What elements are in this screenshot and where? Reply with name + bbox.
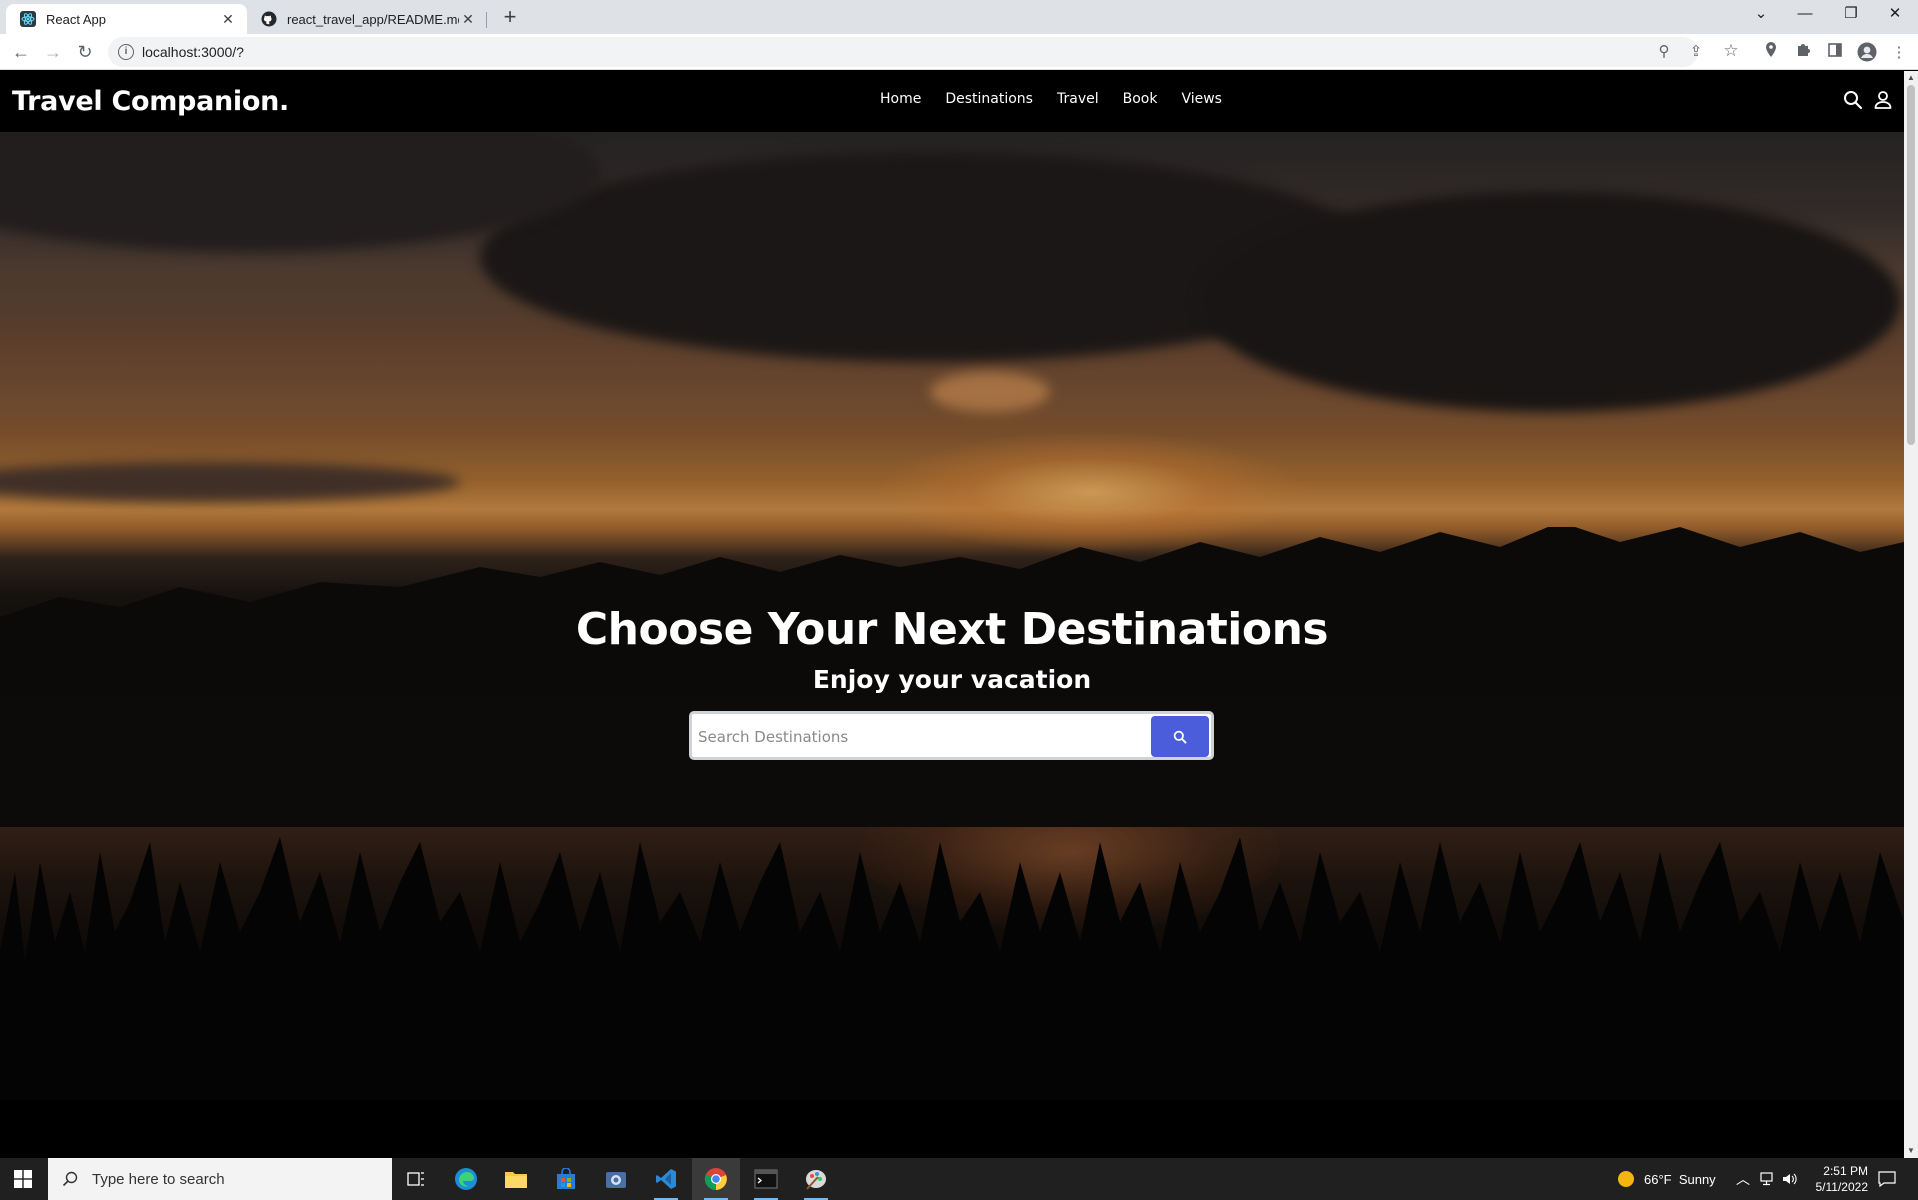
hero-title: Choose Your Next Destinations bbox=[575, 604, 1329, 655]
taskbar-search-placeholder: Type here to search bbox=[92, 1170, 225, 1188]
tab-title: react_travel_app/README.md at bbox=[287, 11, 459, 27]
clock-date: 5/11/2022 bbox=[1815, 1180, 1869, 1194]
close-window-button[interactable]: ✕ bbox=[1872, 0, 1918, 30]
tab-title: React App bbox=[46, 11, 106, 27]
nav-link-book[interactable]: Book bbox=[1123, 91, 1158, 107]
address-bar[interactable]: i localhost:3000/? ⚲ ⇪ bbox=[108, 37, 1702, 67]
reload-icon[interactable]: ↻ bbox=[73, 40, 97, 64]
profile-avatar-icon[interactable] bbox=[1856, 42, 1878, 64]
site-navbar: Travel Companion. Home Destinations Trav… bbox=[0, 71, 1904, 132]
windows-logo-icon bbox=[14, 1170, 32, 1188]
new-tab-button[interactable]: + bbox=[496, 4, 524, 32]
location-pin-icon[interactable] bbox=[1760, 42, 1782, 64]
edge-icon bbox=[455, 1168, 477, 1190]
chrome-menu-icon[interactable]: ⋮ bbox=[1888, 42, 1910, 64]
clock[interactable]: 2:51 PM 5/11/2022 bbox=[1808, 1158, 1869, 1200]
react-favicon-icon bbox=[20, 11, 36, 27]
hero-content: Choose Your Next Destinations Enjoy your… bbox=[0, 604, 1904, 694]
palette-icon bbox=[806, 1170, 826, 1190]
hero-subtitle: Enjoy your vacation bbox=[812, 665, 1092, 694]
search-icon[interactable] bbox=[1842, 89, 1864, 111]
terminal-icon bbox=[754, 1169, 778, 1189]
taskbar-search-box[interactable]: Type here to search bbox=[48, 1158, 392, 1200]
search-icon bbox=[62, 1171, 78, 1187]
photo-app-button[interactable] bbox=[592, 1158, 640, 1200]
notification-center-icon[interactable] bbox=[1878, 1158, 1896, 1200]
weather-widget[interactable]: 66°F Sunny bbox=[1616, 1158, 1716, 1200]
hero-section: Choose Your Next Destinations Enjoy your… bbox=[0, 132, 1904, 1100]
task-view-icon bbox=[407, 1172, 424, 1186]
chrome-icon bbox=[704, 1168, 727, 1191]
zoom-icon[interactable]: ⚲ bbox=[1654, 42, 1674, 62]
paint-app-button[interactable] bbox=[792, 1158, 840, 1200]
search-icon bbox=[1173, 730, 1187, 743]
page-viewport: Travel Companion. Home Destinations Trav… bbox=[0, 71, 1904, 1158]
share-icon[interactable]: ⇪ bbox=[1686, 42, 1706, 62]
store-bag-icon bbox=[557, 1168, 575, 1189]
scroll-down-icon[interactable]: ▼ bbox=[1904, 1144, 1918, 1158]
tab-github-readme[interactable]: react_travel_app/README.md at ✕ bbox=[247, 4, 487, 34]
destination-search-input[interactable] bbox=[696, 718, 1148, 756]
volume-icon[interactable] bbox=[1782, 1158, 1798, 1200]
task-view-button[interactable] bbox=[392, 1158, 440, 1200]
photo-app-icon bbox=[606, 1172, 626, 1188]
restore-button[interactable]: ❐ bbox=[1828, 0, 1874, 30]
destination-search-form bbox=[689, 711, 1214, 760]
github-favicon-icon bbox=[261, 11, 277, 27]
scrollbar-thumb[interactable] bbox=[1907, 85, 1915, 445]
search-submit-button[interactable] bbox=[1151, 716, 1209, 757]
clock-time: 2:51 PM bbox=[1823, 1164, 1868, 1178]
browser-tab-strip: React App ✕ react_travel_app/README.md a… bbox=[0, 0, 1918, 34]
close-tab-icon[interactable]: ✕ bbox=[219, 11, 237, 28]
user-icon[interactable] bbox=[1872, 89, 1894, 111]
nav-link-destinations[interactable]: Destinations bbox=[945, 91, 1033, 107]
forward-icon[interactable]: → bbox=[41, 40, 65, 64]
weather-text: 66°F Sunny bbox=[1644, 1171, 1716, 1187]
brand-logo[interactable]: Travel Companion. bbox=[12, 86, 289, 117]
minimize-button[interactable]: — bbox=[1782, 0, 1828, 30]
bookmark-star-icon[interactable]: ☆ bbox=[1720, 40, 1742, 62]
start-button[interactable] bbox=[0, 1158, 46, 1200]
browser-toolbar: ← → ↻ i localhost:3000/? ⚲ ⇪ ☆ ⋮ bbox=[0, 34, 1918, 70]
vscode-app-button[interactable] bbox=[642, 1158, 690, 1200]
tab-search-chevron-icon[interactable]: ⌄ bbox=[1738, 0, 1784, 30]
terminal-app-button[interactable] bbox=[742, 1158, 790, 1200]
back-icon[interactable]: ← bbox=[9, 40, 33, 64]
nav-link-home[interactable]: Home bbox=[880, 91, 921, 107]
vscode-icon bbox=[656, 1169, 676, 1189]
store-app-button[interactable] bbox=[542, 1158, 590, 1200]
url-text[interactable]: localhost:3000/? bbox=[142, 44, 244, 60]
nav-link-travel[interactable]: Travel bbox=[1057, 91, 1099, 107]
nav-link-views[interactable]: Views bbox=[1181, 91, 1222, 107]
file-explorer-button[interactable] bbox=[492, 1158, 540, 1200]
tab-react-app[interactable]: React App ✕ bbox=[6, 4, 247, 34]
site-info-icon[interactable]: i bbox=[118, 44, 134, 60]
edge-app-button[interactable] bbox=[442, 1158, 490, 1200]
network-icon[interactable] bbox=[1760, 1158, 1776, 1200]
side-panel-icon[interactable] bbox=[1824, 42, 1846, 64]
extensions-puzzle-icon[interactable] bbox=[1792, 42, 1814, 64]
scroll-up-icon[interactable]: ▲ bbox=[1904, 71, 1918, 85]
windows-taskbar: Type here to search 66°F Sunny ︿ 2:51 PM… bbox=[0, 1158, 1918, 1200]
close-tab-icon[interactable]: ✕ bbox=[459, 11, 477, 28]
chrome-app-button[interactable] bbox=[692, 1158, 740, 1200]
page-scrollbar[interactable]: ▲ ▼ bbox=[1904, 71, 1918, 1158]
folder-icon bbox=[505, 1172, 527, 1188]
show-hidden-icons-chevron-icon[interactable]: ︿ bbox=[1736, 1158, 1750, 1200]
sun-weather-icon bbox=[1618, 1171, 1634, 1187]
main-menu: Home Destinations Travel Book Views bbox=[880, 91, 1246, 107]
